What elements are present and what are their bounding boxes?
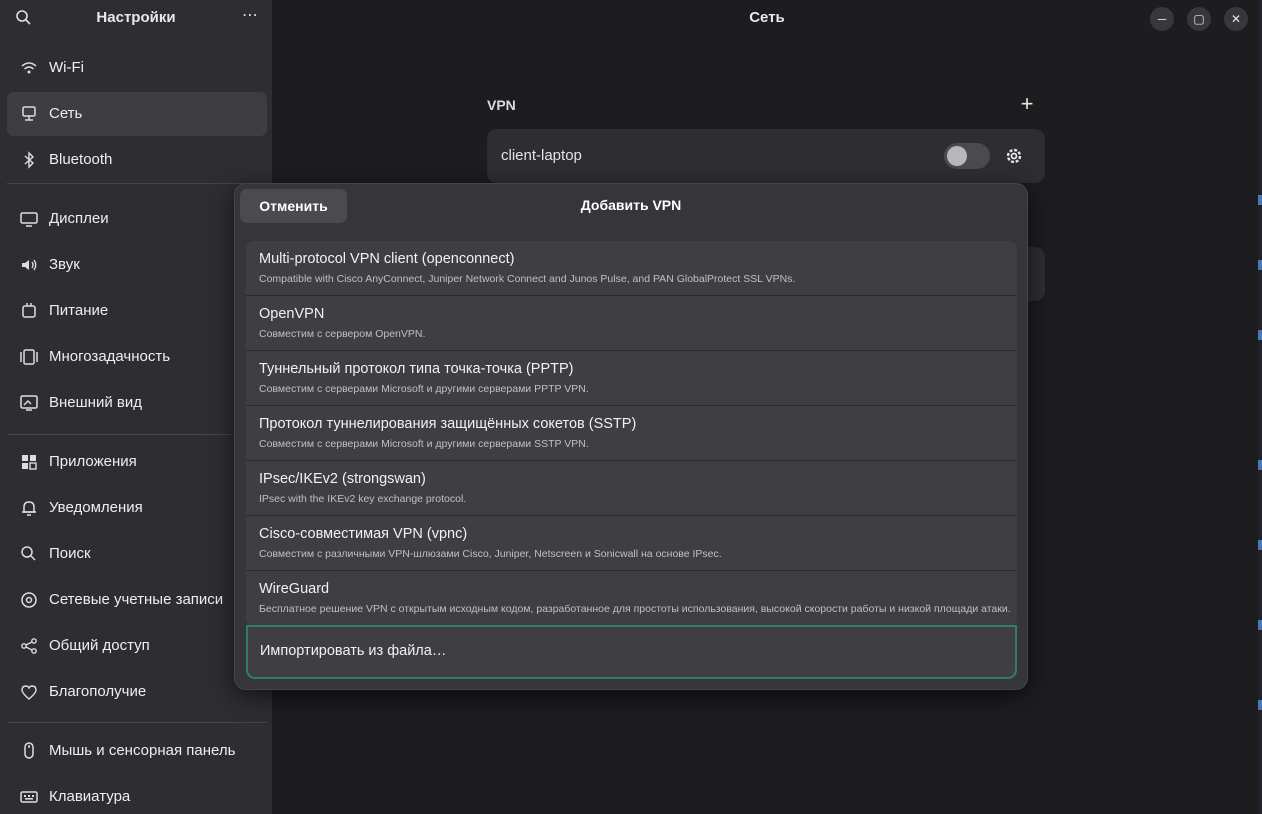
wellbeing-icon: [19, 682, 39, 702]
sidebar-separator: [7, 434, 267, 435]
sidebar-title: Настройки: [96, 9, 176, 26]
option-description: Бесплатное решение VPN с открытым исходн…: [259, 603, 1011, 615]
sidebar-item-notifications[interactable]: Уведомления: [7, 486, 267, 530]
sidebar-item-network[interactable]: Сеть: [7, 92, 267, 136]
bluetooth-icon: [19, 150, 39, 170]
add-vpn-button[interactable]: +: [1016, 93, 1038, 115]
import-label: Импортировать из файла…: [260, 643, 447, 659]
option-title: OpenVPN: [259, 306, 325, 322]
display-icon: [19, 209, 39, 229]
maximize-icon[interactable]: ▢: [1187, 7, 1211, 31]
vpn-toggle[interactable]: [944, 143, 990, 169]
bell-icon: [19, 498, 39, 518]
vpn-connection-row: client-laptop: [487, 129, 1045, 183]
vpn-section-heading: VPN: [487, 97, 516, 113]
close-icon[interactable]: ✕: [1224, 7, 1248, 31]
sidebar-item-label: Общий доступ: [49, 637, 150, 654]
add-vpn-dialog: Отменить Добавить VPN Multi-protocol VPN…: [234, 183, 1028, 690]
sidebar-item-label: Благополучие: [49, 683, 147, 700]
sidebar-item-label: Дисплеи: [49, 210, 109, 227]
sidebar-item-label: Многозадачность: [49, 348, 171, 365]
sidebar-item-label: Bluetooth: [49, 151, 113, 168]
import-from-file-button[interactable]: Импортировать из файла…: [246, 625, 1017, 679]
sidebar-item-keyboard[interactable]: Клавиатура: [7, 775, 267, 814]
vpn-option-vpnc[interactable]: Cisco-совместимая VPN (vpnc) Совместим с…: [246, 516, 1017, 571]
option-description: IPsec with the IKEv2 key exchange protoc…: [259, 493, 467, 505]
multitasking-icon: [19, 347, 39, 367]
option-title: Cisco-совместимая VPN (vpnc): [259, 526, 468, 542]
sidebar-item-label: Клавиатура: [49, 788, 131, 805]
sidebar-separator: [7, 722, 267, 723]
sidebar-item-mouse[interactable]: Мышь и сенсорная панель: [7, 729, 267, 773]
sidebar-item-label: Звук: [49, 256, 80, 273]
vpn-option-openconnect[interactable]: Multi-protocol VPN client (openconnect) …: [246, 241, 1017, 296]
vpn-option-openvpn[interactable]: OpenVPN Совместим с сервером OpenVPN.: [246, 296, 1017, 351]
keyboard-icon: [19, 787, 39, 807]
sidebar-item-online-accounts[interactable]: Сетевые учетные записи: [7, 578, 267, 622]
sidebar-item-label: Мышь и сенсорная панель: [49, 742, 236, 759]
sidebar-item-wifi[interactable]: Wi-Fi: [7, 46, 267, 90]
sidebar-item-apps[interactable]: Приложения: [7, 440, 267, 484]
sidebar-item-appearance[interactable]: Внешний вид: [7, 381, 267, 425]
sidebar-item-label: Wi-Fi: [49, 59, 84, 76]
sidebar-item-sharing[interactable]: Общий доступ: [7, 624, 267, 668]
sidebar-item-label: Сеть: [49, 105, 83, 122]
background-window-edge: [1258, 0, 1262, 814]
sidebar-item-label: Поиск: [49, 545, 91, 562]
sidebar-item-power[interactable]: Питание: [7, 289, 267, 333]
option-title: Multi-protocol VPN client (openconnect): [259, 251, 515, 267]
wifi-icon: [19, 58, 39, 78]
share-icon: [19, 636, 39, 656]
appearance-icon: [19, 393, 39, 413]
sidebar-item-wellbeing[interactable]: Благополучие: [7, 670, 267, 714]
sidebar: Настройки ⋯ Wi-Fi Сеть Bluetooth Дисплеи…: [0, 0, 272, 814]
sidebar-item-displays[interactable]: Дисплеи: [7, 197, 267, 241]
sidebar-header: Настройки ⋯: [0, 0, 272, 36]
option-description: Совместим с серверами Microsoft и другим…: [259, 383, 589, 395]
sidebar-item-sound[interactable]: Звук: [7, 243, 267, 287]
at-icon: [19, 590, 39, 610]
vpn-type-list: Multi-protocol VPN client (openconnect) …: [246, 241, 1017, 626]
vpn-option-sstp[interactable]: Протокол туннелирования защищённых сокет…: [246, 406, 1017, 461]
gear-icon[interactable]: [1003, 145, 1025, 167]
sidebar-item-label: Приложения: [49, 453, 137, 470]
sidebar-separator: [7, 183, 267, 184]
vpn-connection-name: client-laptop: [501, 147, 582, 164]
option-description: Совместим с различными VPN-шлюзами Cisco…: [259, 548, 722, 560]
vpn-option-pptp[interactable]: Туннельный протокол типа точка-точка (PP…: [246, 351, 1017, 406]
sidebar-item-label: Сетевые учетные записи: [49, 591, 224, 608]
sidebar-item-label: Внешний вид: [49, 394, 142, 411]
apps-icon: [19, 452, 39, 472]
sidebar-item-multitasking[interactable]: Многозадачность: [7, 335, 267, 379]
sound-icon: [19, 255, 39, 275]
search-icon: [19, 544, 39, 564]
option-title: WireGuard: [259, 581, 330, 597]
sidebar-item-search[interactable]: Поиск: [7, 532, 267, 576]
minimize-icon[interactable]: ─: [1150, 7, 1174, 31]
option-title: Туннельный протокол типа точка-точка (PP…: [259, 361, 574, 377]
option-description: Совместим с сервером OpenVPN.: [259, 328, 426, 340]
dialog-title: Добавить VPN: [580, 197, 682, 213]
toggle-knob: [947, 146, 967, 166]
option-title: Протокол туннелирования защищённых сокет…: [259, 416, 637, 432]
sidebar-item-label: Уведомления: [49, 499, 143, 516]
sidebar-item-bluetooth[interactable]: Bluetooth: [7, 138, 267, 182]
sidebar-item-label: Питание: [49, 302, 109, 319]
option-description: Compatible with Cisco AnyConnect, Junipe…: [259, 273, 796, 285]
page-title: Сеть: [749, 9, 785, 26]
network-icon: [19, 104, 39, 124]
vpn-option-wireguard[interactable]: WireGuard Бесплатное решение VPN с откры…: [246, 571, 1017, 626]
power-icon: [19, 301, 39, 321]
vpn-option-strongswan[interactable]: IPsec/IKEv2 (strongswan) IPsec with the …: [246, 461, 1017, 516]
menu-dots-icon[interactable]: ⋯: [238, 6, 262, 30]
mouse-icon: [19, 741, 39, 761]
option-description: Совместим с серверами Microsoft и другим…: [259, 438, 589, 450]
option-title: IPsec/IKEv2 (strongswan): [259, 471, 426, 487]
